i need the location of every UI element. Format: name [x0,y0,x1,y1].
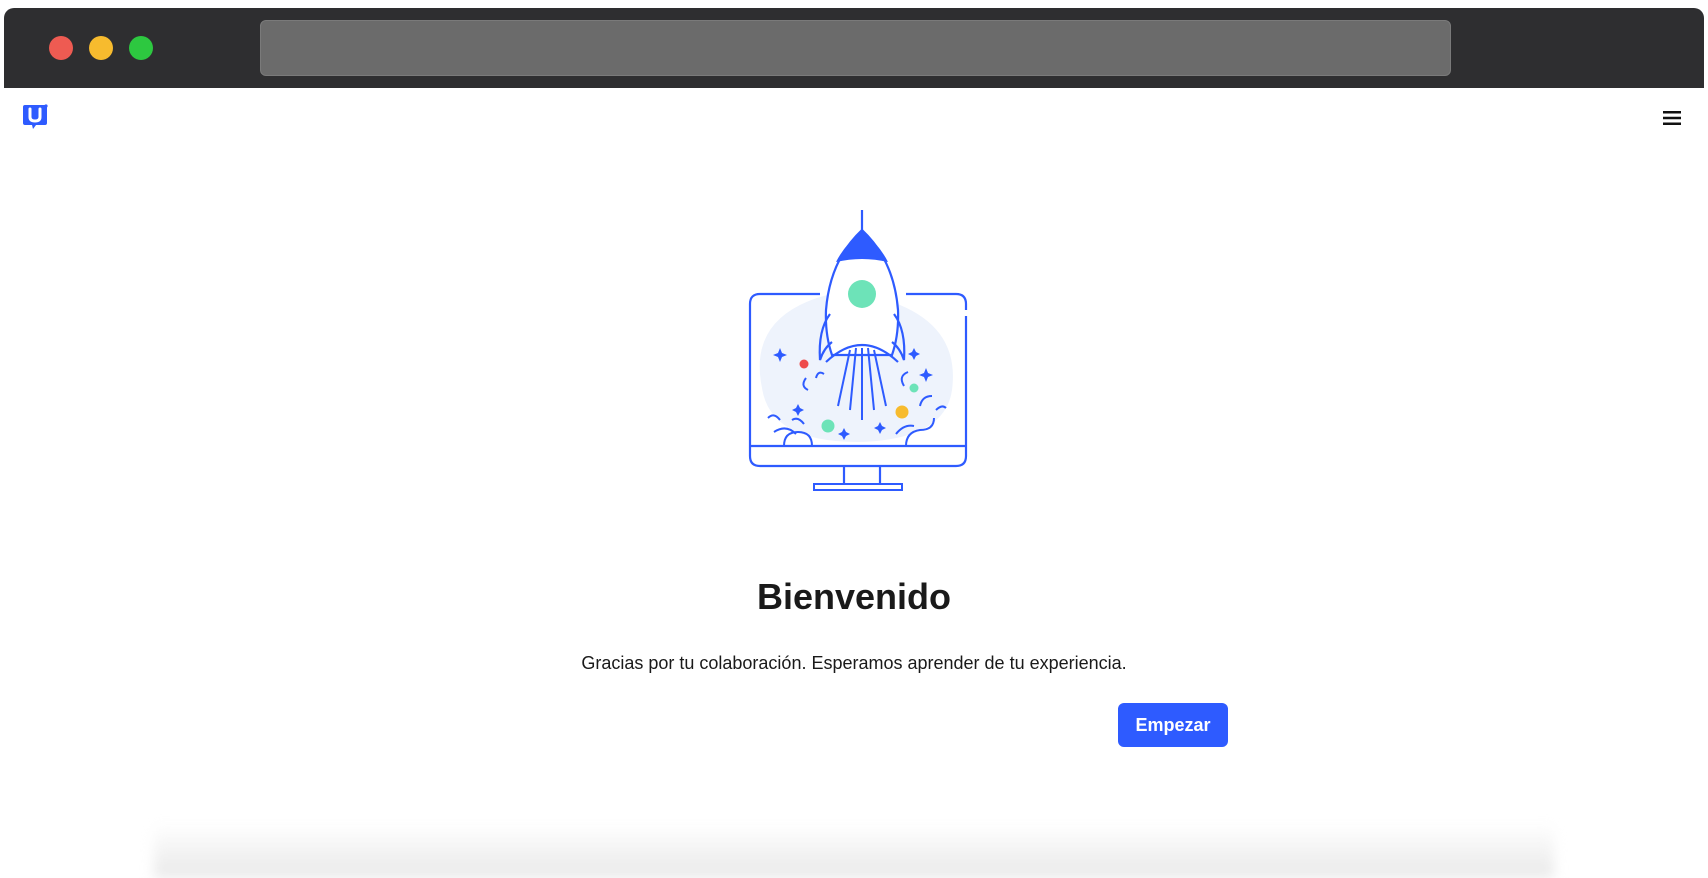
close-window-button[interactable] [49,36,73,60]
start-button[interactable]: Empezar [1118,703,1228,747]
u-logo-icon[interactable] [21,102,49,134]
address-bar[interactable] [260,20,1451,76]
browser-titlebar [4,8,1704,88]
rocket-launch-monitor-illustration [740,210,976,510]
browser-window: Bienvenido Gracias por tu colaboración. … [4,8,1704,878]
app-header [4,88,1704,148]
welcome-title: Bienvenido [756,576,952,617]
welcome-message: Gracias por tu colaboración. Esperamos a… [581,653,1127,673]
maximize-window-button[interactable] [129,36,153,60]
minimize-window-button[interactable] [89,36,113,60]
hamburger-menu-icon[interactable] [1658,104,1686,132]
bottom-panel-shadow [154,823,1554,878]
